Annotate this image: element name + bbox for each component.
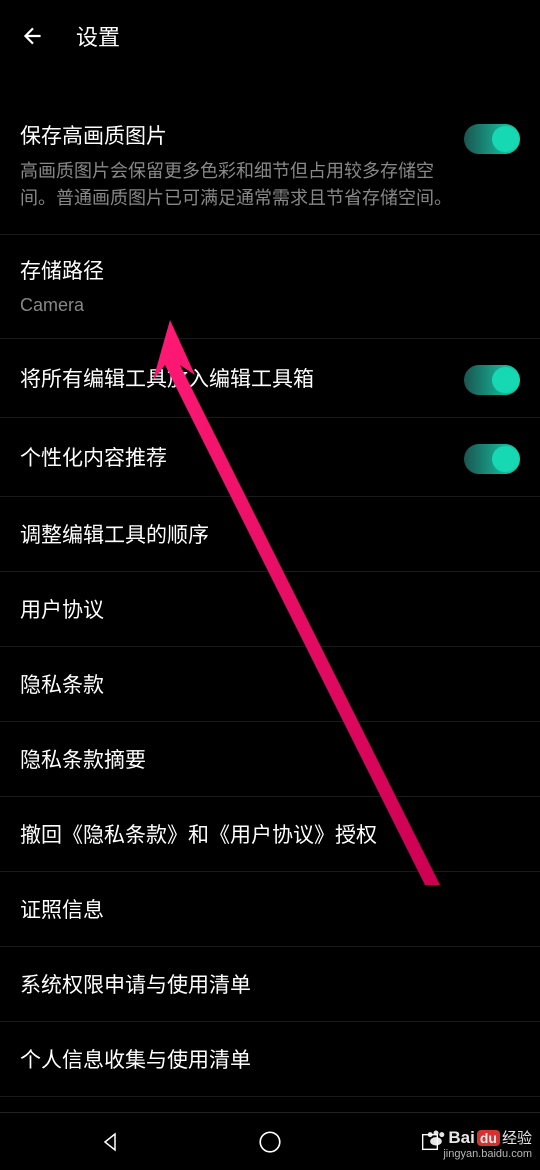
header: 设置 [0,0,540,72]
toggle-personalized[interactable] [464,444,520,474]
settings-list: 保存高画质图片 高画质图片会保留更多色彩和细节但占用较多存储空间。普通画质图片已… [0,100,540,1097]
setting-text-block: 存储路径 Camera [20,255,520,316]
page-title: 设置 [76,20,120,52]
setting-title: 将所有编辑工具放入编辑工具箱 [20,363,314,393]
setting-title: 保存高画质图片 [20,120,464,150]
setting-title: 证照信息 [20,894,104,924]
toggle-knob [492,126,518,152]
toggle-knob [492,446,518,472]
watermark-brand2: 经验 [502,1127,532,1148]
setting-system-permissions[interactable]: 系统权限申请与使用清单 [0,947,540,1022]
setting-title: 个性化内容推荐 [20,442,167,472]
setting-personal-info-collection[interactable]: 个人信息收集与使用清单 [0,1022,540,1097]
setting-license-info[interactable]: 证照信息 [0,872,540,947]
setting-privacy-summary[interactable]: 隐私条款摘要 [0,722,540,797]
setting-title: 隐私条款摘要 [20,744,146,774]
arrow-left-icon [20,23,46,49]
setting-title: 系统权限申请与使用清单 [20,969,251,999]
setting-text-block: 保存高画质图片 高画质图片会保留更多色彩和细节但占用较多存储空间。普通画质图片已… [20,120,464,212]
setting-title: 隐私条款 [20,669,104,699]
toggle-save-hq[interactable] [464,124,520,154]
setting-revoke-authorization[interactable]: 撤回《隐私条款》和《用户协议》授权 [0,797,540,872]
setting-storage-path[interactable]: 存储路径 Camera [0,235,540,339]
watermark-logo: Bai du 经验 [426,1127,532,1148]
setting-save-hq-image[interactable]: 保存高画质图片 高画质图片会保留更多色彩和细节但占用较多存储空间。普通画质图片已… [0,100,540,235]
toggle-knob [492,367,518,393]
paw-icon [426,1129,446,1147]
nav-back-button[interactable] [94,1126,126,1158]
back-button[interactable] [18,21,48,51]
setting-personalized-content[interactable]: 个性化内容推荐 [0,418,540,497]
triangle-back-icon [98,1130,122,1154]
setting-user-agreement[interactable]: 用户协议 [0,572,540,647]
watermark-brand1: Bai [448,1128,474,1148]
setting-title: 撤回《隐私条款》和《用户协议》授权 [20,819,377,849]
setting-edit-tools-toolbox[interactable]: 将所有编辑工具放入编辑工具箱 [0,339,540,418]
nav-home-button[interactable] [254,1126,286,1158]
watermark-url: jingyan.baidu.com [443,1148,532,1160]
setting-adjust-tool-order[interactable]: 调整编辑工具的顺序 [0,497,540,572]
setting-title: 存储路径 [20,255,520,285]
circle-home-icon [257,1129,283,1155]
setting-privacy-policy[interactable]: 隐私条款 [0,647,540,722]
setting-title: 用户协议 [20,594,104,624]
setting-title: 调整编辑工具的顺序 [20,519,209,549]
setting-description: 高画质图片会保留更多色彩和细节但占用较多存储空间。普通画质图片已可满足通常需求且… [20,158,464,212]
setting-subtitle: Camera [20,295,520,316]
watermark: Bai du 经验 jingyan.baidu.com [426,1127,532,1160]
toggle-edit-tools[interactable] [464,365,520,395]
setting-title: 个人信息收集与使用清单 [20,1044,251,1074]
watermark-badge: du [477,1130,500,1146]
